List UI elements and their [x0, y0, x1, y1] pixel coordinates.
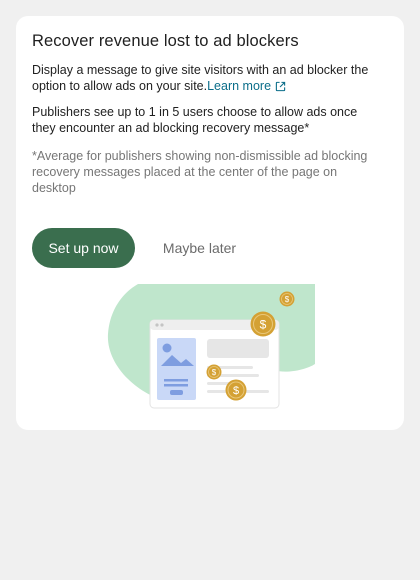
learn-more-link[interactable]: Learn more — [207, 79, 286, 93]
illustration-svg: $ $ $ $ — [107, 284, 315, 409]
stat-text: Publishers see up to 1 in 5 users choose… — [32, 105, 358, 135]
ad-recovery-illustration: $ $ $ $ — [106, 284, 326, 419]
ad-blocking-recovery-card: Recover revenue lost to ad blockers Disp… — [16, 16, 404, 430]
card-title: Recover revenue lost to ad blockers — [32, 32, 299, 50]
card-description: Display a message to give site visitors … — [32, 62, 382, 96]
coin-icon-large: $ — [250, 311, 276, 337]
footnote-text: *Average for publishers showing non-dism… — [32, 149, 368, 195]
description-text: Display a message to give site visitors … — [32, 63, 369, 93]
coin-icon-small-top: $ — [279, 291, 295, 307]
coin-symbol: $ — [233, 385, 239, 397]
open-in-new-icon — [275, 80, 286, 96]
coin-symbol: $ — [260, 318, 267, 332]
coin-icon-small-left: $ — [206, 364, 222, 380]
coin-icon-medium: $ — [225, 379, 247, 401]
coin-symbol: $ — [285, 295, 290, 304]
learn-more-label: Learn more — [207, 79, 272, 93]
set-up-now-button[interactable]: Set up now — [32, 228, 135, 268]
coin-symbol: $ — [212, 368, 217, 377]
maybe-later-button[interactable]: Maybe later — [152, 228, 247, 268]
